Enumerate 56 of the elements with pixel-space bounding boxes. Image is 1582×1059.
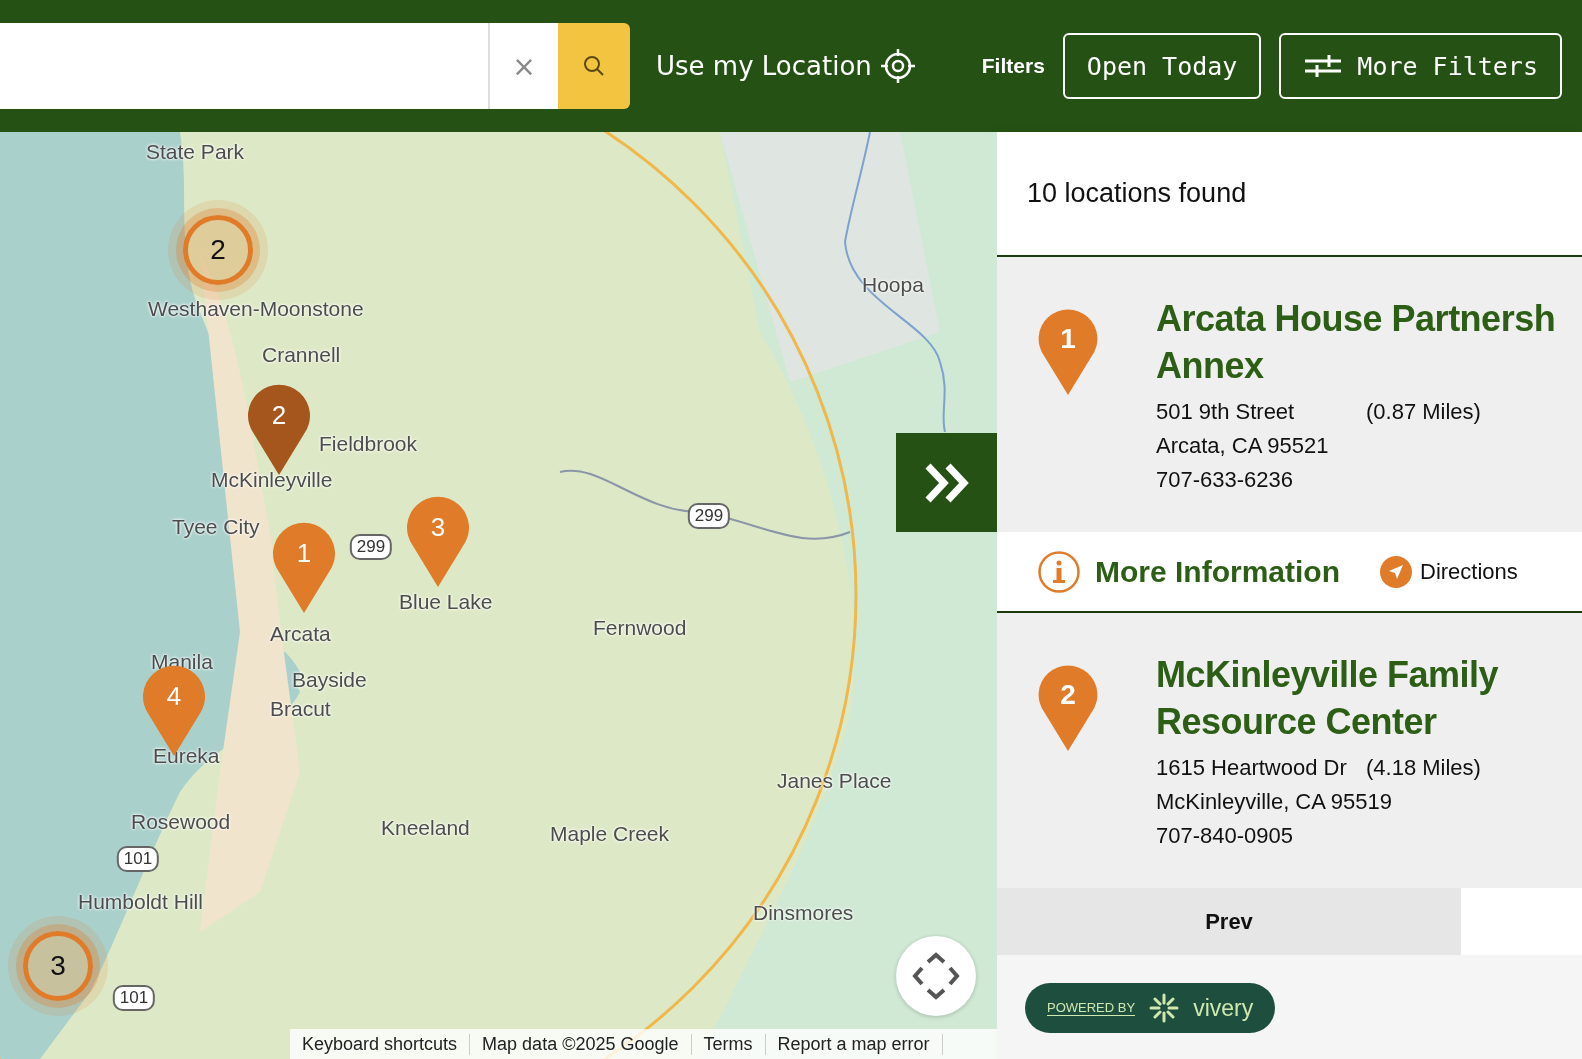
more-information-link[interactable]: More Information — [1037, 549, 1340, 594]
place-label: Fieldbrook — [319, 432, 418, 456]
location-title[interactable]: Arcata House Partnersh Annex — [1156, 295, 1556, 389]
place-label: Fernwood — [593, 616, 687, 640]
crosshair-icon — [879, 48, 916, 84]
place-label: Tyee City — [172, 515, 260, 539]
street-address: 501 9th Street — [1156, 398, 1296, 426]
search-icon — [582, 54, 606, 78]
route-shield: 101 — [116, 846, 160, 872]
prev-button[interactable]: Prev — [997, 888, 1461, 955]
expand-button[interactable] — [896, 433, 997, 532]
map-attribution-link[interactable]: Terms — [691, 1033, 766, 1055]
place-label: State Park — [146, 140, 245, 164]
route-shield: 299 — [687, 503, 731, 529]
map-cluster[interactable]: 3 — [23, 931, 93, 1001]
route-shield: 299 — [349, 534, 393, 560]
double-chevron-icon — [923, 461, 970, 504]
street-address: 1615 Heartwood Dr — [1156, 754, 1348, 782]
clear-button[interactable]: × — [488, 23, 558, 109]
place-label: Arcata — [270, 622, 331, 646]
search-field[interactable] — [0, 23, 488, 109]
map-cluster[interactable]: 2 — [183, 215, 253, 285]
filter-button[interactable]: Open Today — [1062, 33, 1262, 99]
pan-arrows-icon — [912, 952, 960, 1000]
place-label: Kneeland — [381, 816, 470, 840]
powered-by-badge[interactable]: POWERED BY vivery — [1025, 983, 1276, 1033]
place-label: Bayside — [292, 668, 367, 692]
map-attribution-link[interactable]: Map data ©2025 Google — [470, 1033, 692, 1055]
place-label: Westhaven-Moonstone — [148, 297, 364, 321]
place-label: Hoopa — [862, 273, 924, 297]
place-label: Bracut — [270, 697, 331, 721]
place-label: Crannell — [262, 343, 341, 367]
place-label: Maple Creek — [550, 822, 670, 846]
directions-link[interactable]: Directions — [1380, 555, 1518, 588]
sliders-icon — [1303, 54, 1344, 78]
place-label: Humboldt Hill — [78, 890, 203, 914]
results-count: 10 locations found — [997, 132, 1582, 257]
city-address: Arcata, CA 95521 — [1156, 432, 1330, 460]
map-attribution-link[interactable]: Keyboard shortcuts — [290, 1033, 471, 1055]
city-address: McKinleyville, CA 95519 — [1156, 788, 1393, 816]
filter-button[interactable]: More Filters — [1279, 33, 1562, 99]
place-label: Dinsmores — [753, 901, 854, 925]
map[interactable] — [0, 132, 997, 1059]
route-shield: 101 — [112, 985, 156, 1011]
place-label: Rosewood — [131, 810, 231, 834]
distance: (4.18 Miles) — [1366, 754, 1481, 782]
use-location-button[interactable]: Use my Location — [656, 48, 916, 84]
map-attribution-link[interactable]: Report a map error — [765, 1033, 943, 1055]
phone-number[interactable]: 707-633-6236 — [1156, 463, 1556, 497]
info-icon — [1037, 549, 1081, 594]
distance: (0.87 Miles) — [1366, 398, 1481, 426]
location-title[interactable]: McKinleyville Family Resource Center — [1156, 651, 1499, 745]
filters-label: Filters — [981, 54, 1045, 78]
starburst-icon — [1149, 993, 1180, 1023]
place-label: Blue Lake — [399, 590, 493, 614]
phone-number[interactable]: 707-840-0905 — [1156, 819, 1499, 853]
